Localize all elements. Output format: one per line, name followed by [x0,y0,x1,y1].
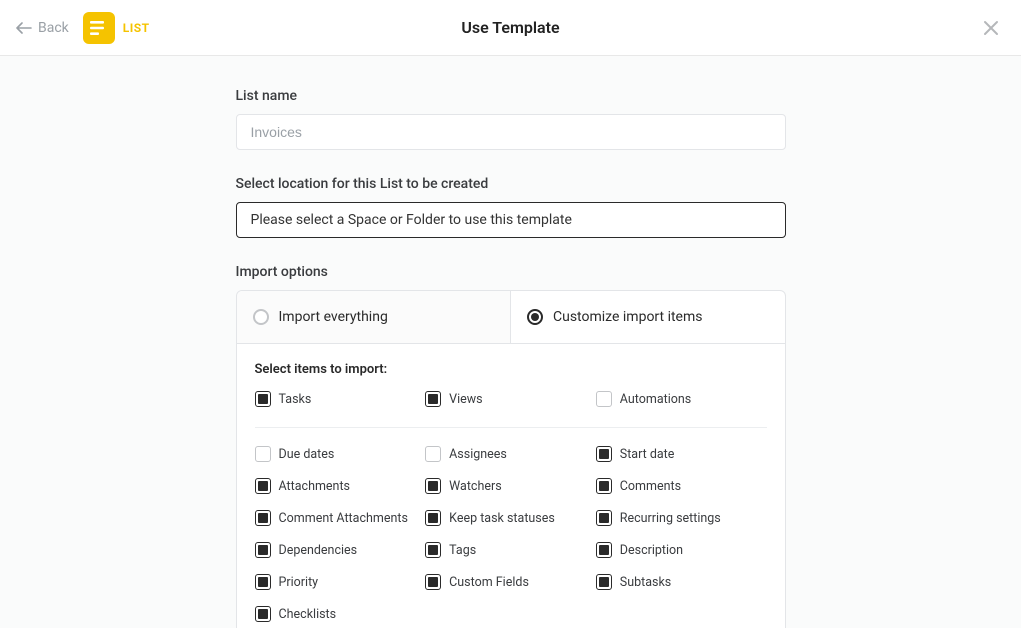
import-item-label: Comments [620,479,681,494]
location-placeholder: Please select a Space or Folder to use t… [251,212,572,228]
radio-unchecked-icon [253,309,269,325]
import-item-priority[interactable]: Priority [255,574,319,590]
template-type-label: LIST [123,21,150,35]
import-item-comments[interactable]: Comments [596,478,681,494]
checkbox-checked-icon [255,510,271,526]
import-item-label: Priority [279,575,319,590]
import-item-label: Comment Attachments [279,511,408,526]
import-mode-selector: Import everything Customize import items [236,290,786,344]
import-item-tags[interactable]: Tags [425,542,476,558]
import-item-label: Views [449,392,482,407]
import-item-watchers[interactable]: Watchers [425,478,502,494]
import-item-label: Start date [620,447,675,462]
close-icon [982,19,1000,37]
import-bottom-grid: Due dates Assignees Start date Attachments W… [255,440,767,628]
import-item-label: Recurring settings [620,511,721,526]
import-item-tasks[interactable]: Tasks [255,391,312,407]
import-item-label: Assignees [449,447,507,462]
checkbox-unchecked-icon [596,391,612,407]
import-top-row: Tasks Views Automations [255,391,767,428]
import-item-label: Due dates [279,447,335,462]
location-select[interactable]: Please select a Space or Folder to use t… [236,202,786,238]
import-options-heading: Import options [236,264,786,280]
import-item-description[interactable]: Description [596,542,683,558]
import-item-label: Dependencies [279,543,358,558]
checkbox-checked-icon [255,478,271,494]
checkbox-checked-icon [425,391,441,407]
import-everything-option[interactable]: Import everything [237,291,512,343]
import-item-label: Tasks [279,392,312,407]
import-item-label: Description [620,543,683,558]
list-name-input[interactable] [236,114,786,150]
checkbox-checked-icon [425,510,441,526]
checkbox-checked-icon [255,542,271,558]
template-type-badge: LIST [83,12,150,44]
checkbox-checked-icon [596,478,612,494]
checkbox-checked-icon [596,446,612,462]
import-item-due-dates[interactable]: Due dates [255,446,335,462]
radio-checked-icon [527,309,543,325]
checkbox-checked-icon [255,606,271,622]
import-item-label: Keep task statuses [449,511,555,526]
import-item-comment-attachments[interactable]: Comment Attachments [255,510,408,526]
import-item-subtasks[interactable]: Subtasks [596,574,671,590]
import-item-dependencies[interactable]: Dependencies [255,542,358,558]
customize-import-label: Customize import items [553,309,702,325]
arrow-left-icon [16,21,32,35]
location-label: Select location for this List to be crea… [236,176,786,192]
import-items-heading: Select items to import: [255,362,767,377]
import-item-label: Tags [449,543,476,558]
checkbox-checked-icon [425,478,441,494]
import-item-automations[interactable]: Automations [596,391,691,407]
import-item-start-date[interactable]: Start date [596,446,675,462]
import-item-views[interactable]: Views [425,391,482,407]
import-item-keep-task-statuses[interactable]: Keep task statuses [425,510,555,526]
import-item-label: Subtasks [620,575,671,590]
import-item-label: Watchers [449,479,502,494]
back-label: Back [38,20,69,36]
import-item-label: Custom Fields [449,575,529,590]
import-item-assignees[interactable]: Assignees [425,446,507,462]
checkbox-checked-icon [596,574,612,590]
import-items-panel: Select items to import: Tasks Views Automa… [236,344,786,628]
checkbox-checked-icon [596,542,612,558]
customize-import-option[interactable]: Customize import items [511,291,785,343]
close-button[interactable] [977,14,1005,42]
checkbox-checked-icon [255,574,271,590]
import-item-recurring-settings[interactable]: Recurring settings [596,510,721,526]
modal-body: List name Select location for this List … [0,56,1021,628]
import-item-checklists[interactable]: Checklists [255,606,337,622]
checkbox-checked-icon [596,510,612,526]
import-item-custom-fields[interactable]: Custom Fields [425,574,529,590]
checkbox-unchecked-icon [255,446,271,462]
import-item-label: Checklists [279,607,337,622]
modal-title: Use Template [461,18,559,37]
checkbox-unchecked-icon [425,446,441,462]
modal-header: Back LIST Use Template [0,0,1021,56]
checkbox-checked-icon [425,574,441,590]
list-name-label: List name [236,88,786,104]
import-item-label: Attachments [279,479,351,494]
import-item-attachments[interactable]: Attachments [255,478,351,494]
list-icon [83,12,115,44]
import-everything-label: Import everything [279,309,388,325]
back-button[interactable]: Back [16,20,69,36]
checkbox-checked-icon [425,542,441,558]
checkbox-checked-icon [255,391,271,407]
import-item-label: Automations [620,392,691,407]
